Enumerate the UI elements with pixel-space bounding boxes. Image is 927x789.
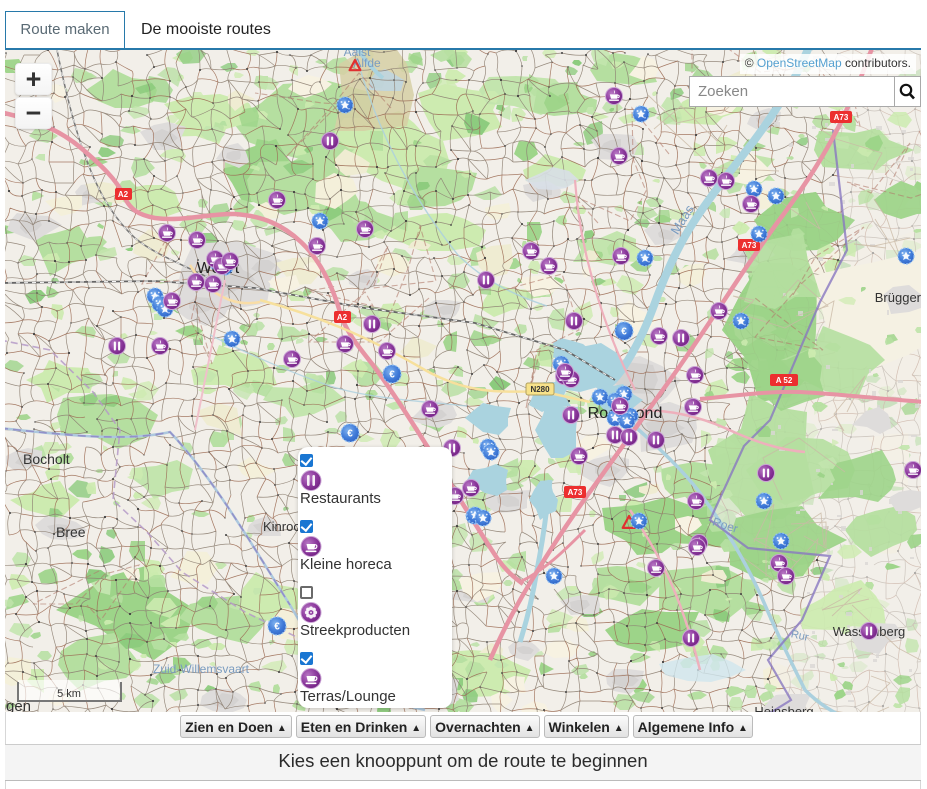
svg-text:A73: A73 [742, 241, 757, 250]
svg-text:A73: A73 [568, 488, 583, 497]
svg-text:Heinsberg: Heinsberg [754, 704, 813, 712]
svg-text:N280: N280 [530, 385, 550, 394]
svg-text:Brügger: Brügger [875, 290, 921, 305]
svg-text:A73: A73 [834, 113, 849, 122]
svg-text:A2: A2 [118, 190, 129, 199]
svg-text:Bree: Bree [56, 524, 86, 540]
svg-text:Zuid-Willemsvaart: Zuid-Willemsvaart [153, 662, 250, 676]
svg-text:5 km: 5 km [57, 688, 81, 700]
svg-text:A 52: A 52 [776, 376, 793, 385]
svg-text:Bocholt: Bocholt [23, 451, 70, 467]
svg-text:A2: A2 [337, 313, 348, 322]
